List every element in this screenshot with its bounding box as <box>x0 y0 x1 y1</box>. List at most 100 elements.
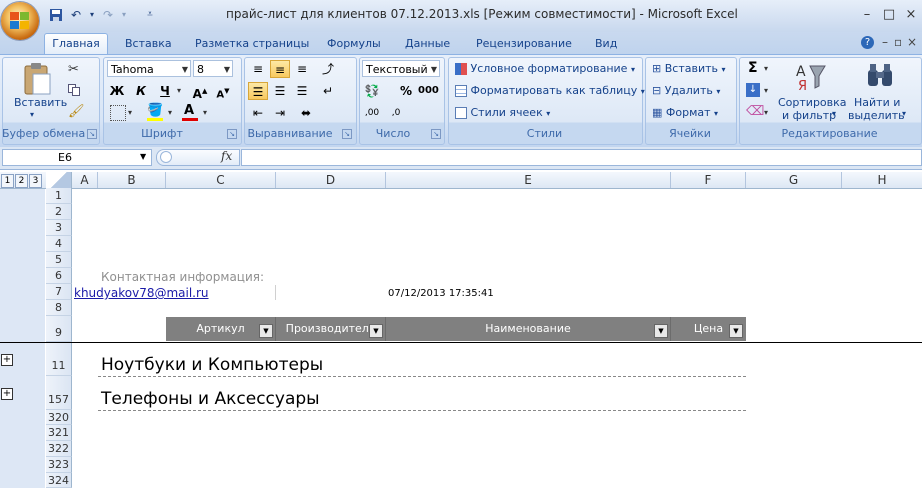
row-header[interactable]: 324 <box>46 473 72 488</box>
column-header-f[interactable]: F <box>671 172 746 188</box>
tab-review[interactable]: Рецензирование <box>476 36 572 54</box>
wrap-text-icon[interactable]: ↵ <box>318 82 338 100</box>
row-header[interactable]: 322 <box>46 441 72 457</box>
row-header[interactable]: 9 <box>46 316 72 342</box>
cell-styles-button[interactable]: Стили ячеек ▾ <box>455 106 550 119</box>
decrease-decimal-icon[interactable]: ,0 <box>386 104 406 122</box>
column-header-b[interactable]: B <box>98 172 166 188</box>
cut-icon[interactable]: ✂ <box>68 62 79 77</box>
outline-level-2-button[interactable]: 2 <box>15 174 28 188</box>
row-header[interactable]: 320 <box>46 410 72 425</box>
name-box[interactable] <box>2 149 152 166</box>
increase-indent-icon[interactable]: ⇥ <box>270 104 290 122</box>
expand-group-icon[interactable]: + <box>1 388 13 400</box>
clear-dropdown-icon[interactable]: ▾ <box>764 108 768 117</box>
filter-dropdown-icon[interactable]: ▼ <box>654 324 668 338</box>
font-color-dropdown-icon[interactable]: ▾ <box>203 108 207 117</box>
expand-group-icon[interactable]: + <box>1 354 13 366</box>
row-header[interactable]: 4 <box>46 236 72 252</box>
maximize-button[interactable]: □ <box>880 7 898 23</box>
row-header[interactable]: 11 <box>46 342 72 376</box>
group-phones[interactable]: Телефоны и Аксессуары <box>101 389 320 409</box>
tab-view[interactable]: Вид <box>595 36 617 54</box>
find-select-button[interactable]: Найти и выделить ▾ <box>848 60 912 124</box>
clipboard-launcher-icon[interactable]: ↘ <box>87 129 97 139</box>
filter-dropdown-icon[interactable]: ▼ <box>259 324 273 338</box>
font-color-icon[interactable]: A <box>184 103 194 118</box>
row-header[interactable]: 157 <box>46 376 72 410</box>
row-header[interactable]: 1 <box>46 188 72 204</box>
copy-icon[interactable] <box>68 84 80 96</box>
tab-data[interactable]: Данные <box>405 36 450 54</box>
save-icon[interactable] <box>48 8 64 22</box>
column-header-a[interactable]: A <box>72 172 98 188</box>
redo-icon[interactable]: ↷ <box>100 8 116 22</box>
alignment-launcher-icon[interactable]: ↘ <box>342 129 352 139</box>
autosum-dropdown-icon[interactable]: ▾ <box>764 64 768 73</box>
format-as-table-button[interactable]: Форматировать как таблицу ▾ <box>455 84 645 97</box>
undo-dropdown-icon[interactable]: ▾ <box>84 8 100 22</box>
borders-dropdown-icon[interactable]: ▾ <box>128 108 132 117</box>
merge-center-icon[interactable]: ⬌ <box>296 104 316 122</box>
fill-icon[interactable]: ↓ <box>746 83 760 97</box>
row-header[interactable]: 323 <box>46 457 72 473</box>
column-header-c[interactable]: C <box>166 172 276 188</box>
align-middle-icon[interactable]: ≡ <box>270 60 290 78</box>
underline-dropdown-icon[interactable]: ▾ <box>177 86 181 95</box>
font-size-combo[interactable]: 8 ▼ <box>193 60 233 77</box>
expand-handle-icon[interactable] <box>160 151 172 163</box>
number-launcher-icon[interactable]: ↘ <box>431 129 441 139</box>
tab-insert[interactable]: Вставка <box>125 36 172 54</box>
font-launcher-icon[interactable]: ↘ <box>227 129 237 139</box>
align-top-icon[interactable]: ≡ <box>248 60 268 78</box>
decrease-indent-icon[interactable]: ⇤ <box>248 104 268 122</box>
grow-font-icon[interactable]: A▲ <box>190 82 210 101</box>
column-header-g[interactable]: G <box>746 172 842 188</box>
paste-button[interactable]: Вставить ▾ <box>12 60 67 120</box>
minimize-button[interactable]: – <box>858 7 876 23</box>
row-header[interactable]: 6 <box>46 268 72 284</box>
undo-icon[interactable]: ↶ <box>68 8 84 22</box>
tab-page-layout[interactable]: Разметка страницы <box>195 36 309 54</box>
orientation-icon[interactable]: ⤴ <box>318 60 338 78</box>
thousands-icon[interactable]: 000 <box>418 82 439 100</box>
row-header[interactable]: 5 <box>46 252 72 268</box>
format-cells-button[interactable]: ▦ Формат ▾ <box>652 106 718 119</box>
increase-decimal-icon[interactable]: ,00 <box>362 104 382 122</box>
column-header-e[interactable]: E <box>386 172 671 188</box>
email-link[interactable]: khudyakov78@mail.ru <box>74 286 209 300</box>
shrink-font-icon[interactable]: A▼ <box>213 82 233 100</box>
help-icon[interactable]: ? <box>861 36 874 49</box>
conditional-formatting-button[interactable]: Условное форматирование ▾ <box>455 62 635 75</box>
outline-level-3-button[interactable]: 3 <box>29 174 42 188</box>
align-left-icon[interactable]: ☰ <box>248 82 268 100</box>
name-box-dropdown-icon[interactable]: ▼ <box>140 152 146 161</box>
select-all-button[interactable] <box>46 172 72 188</box>
tab-home[interactable]: Главная <box>44 33 108 55</box>
row-header[interactable]: 7 <box>46 284 72 300</box>
borders-icon[interactable] <box>110 105 126 121</box>
percent-icon[interactable]: % <box>396 82 416 100</box>
customize-qat-icon[interactable]: ⩡ <box>142 8 158 22</box>
fill-color-icon[interactable]: 🪣 <box>147 103 163 118</box>
workbook-close-icon[interactable]: × <box>907 35 917 49</box>
filter-dropdown-icon[interactable]: ▼ <box>369 324 383 338</box>
filter-dropdown-icon[interactable]: ▼ <box>729 324 743 338</box>
italic-button[interactable]: К <box>131 82 151 100</box>
column-header-h[interactable]: H <box>842 172 922 188</box>
outline-level-1-button[interactable]: 1 <box>1 174 14 188</box>
tab-formulas[interactable]: Формулы <box>327 36 381 54</box>
ribbon-restore-icon[interactable]: ▫ <box>894 35 902 49</box>
row-header[interactable]: 3 <box>46 220 72 236</box>
delete-cells-button[interactable]: ⊟ Удалить ▾ <box>652 84 720 97</box>
format-painter-icon[interactable]: 🖌 <box>68 104 85 119</box>
office-button[interactable] <box>1 2 39 40</box>
align-bottom-icon[interactable]: ≡ <box>292 60 312 78</box>
number-format-combo[interactable]: Текстовый ▼ <box>362 60 440 77</box>
group-notebooks[interactable]: Ноутбуки и Компьютеры <box>101 355 323 375</box>
insert-cells-button[interactable]: ⊞ Вставить ▾ <box>652 62 726 75</box>
row-header[interactable]: 2 <box>46 204 72 220</box>
ribbon-minimize-icon[interactable]: – <box>882 35 888 49</box>
underline-button[interactable]: Ч <box>155 82 175 100</box>
formula-input[interactable] <box>241 149 922 166</box>
